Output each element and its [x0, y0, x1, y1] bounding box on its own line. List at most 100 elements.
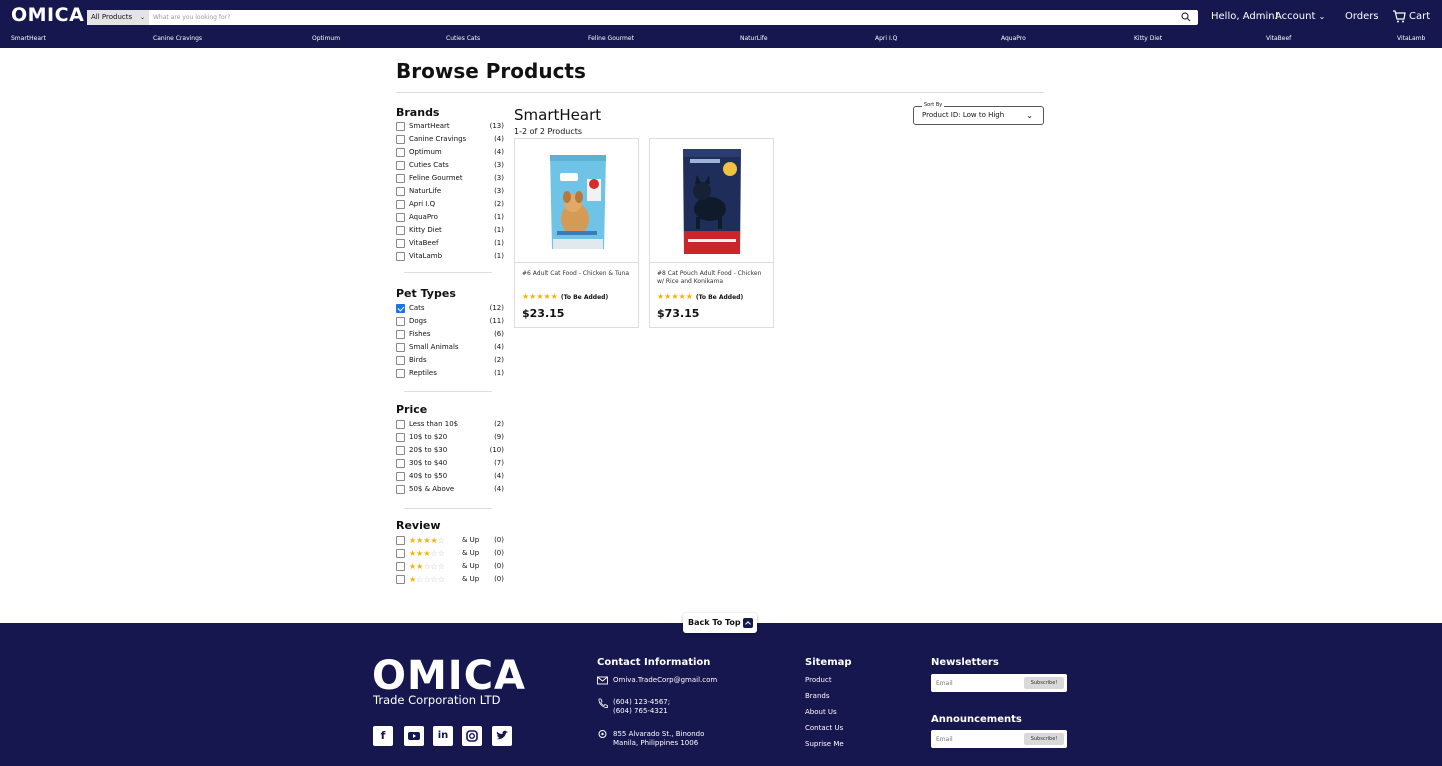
filter-option[interactable]: Feline Gourmet (3)	[396, 173, 504, 184]
checkbox[interactable]	[396, 549, 405, 558]
sort-select[interactable]: Sort By Product ID: Low to High ⌄	[913, 102, 1044, 125]
checkbox[interactable]	[396, 317, 405, 326]
filter-option[interactable]: Kitty Diet (1)	[396, 225, 504, 236]
filter-option[interactable]: SmartHeart (13)	[396, 121, 504, 132]
checkbox[interactable]	[396, 485, 405, 494]
review-filter-option[interactable]: ★★☆☆☆ & Up (0)	[396, 561, 504, 572]
checkbox[interactable]	[396, 562, 405, 571]
checkbox[interactable]	[396, 135, 405, 144]
filter-option[interactable]: Cuties Cats (3)	[396, 160, 504, 171]
checkbox[interactable]	[396, 433, 405, 442]
checkbox[interactable]	[396, 200, 405, 209]
filter-option[interactable]: Dogs (11)	[396, 316, 504, 327]
account-menu[interactable]: Account ⌄	[1275, 11, 1325, 22]
checkbox[interactable]	[396, 122, 405, 131]
filter-option-label: Birds	[409, 356, 427, 364]
checkbox[interactable]	[396, 536, 405, 545]
product-image[interactable]	[515, 139, 638, 263]
filter-option[interactable]: Cats (12)	[396, 303, 504, 314]
product-card[interactable]: #6 Adult Cat Food - Chicken & Tuna ★★★★★…	[514, 138, 639, 328]
checkbox[interactable]	[396, 187, 405, 196]
filter-option[interactable]: Small Animals (4)	[396, 342, 504, 353]
category-select[interactable]: All Products ⌄	[87, 10, 149, 25]
checkbox[interactable]	[396, 330, 405, 339]
filter-option[interactable]: Reptiles (1)	[396, 368, 504, 379]
back-to-top-button[interactable]: Back To Top	[683, 613, 757, 633]
filter-option[interactable]: Apri I.Q (2)	[396, 199, 504, 210]
sitemap-link-brands[interactable]: Brands	[805, 692, 830, 701]
checkbox[interactable]	[396, 472, 405, 481]
filter-option[interactable]: AquaPro (1)	[396, 212, 504, 223]
checkbox[interactable]	[396, 239, 405, 248]
search-icon[interactable]	[1180, 11, 1192, 23]
brand-nav-item[interactable]: Apri I.Q	[875, 35, 897, 42]
instagram-icon[interactable]	[462, 726, 482, 746]
brand-nav-item[interactable]: Feline Gourmet	[588, 35, 634, 42]
checkbox[interactable]	[396, 226, 405, 235]
filter-option[interactable]: 40$ to $50 (4)	[396, 471, 504, 482]
filter-option[interactable]: 10$ to $20 (9)	[396, 432, 504, 443]
filter-option[interactable]: VitaLamb (1)	[396, 251, 504, 262]
cart-link[interactable]: Cart	[1392, 10, 1430, 23]
filter-option[interactable]: Optimum (4)	[396, 147, 504, 158]
review-filter-option[interactable]: ★★★★☆ & Up (0)	[396, 535, 504, 546]
checkbox[interactable]	[396, 161, 405, 170]
product-name[interactable]: #8 Cat Pouch Adult Food - Chicken w/ Ric…	[657, 270, 767, 286]
announcement-email-input[interactable]	[936, 733, 1016, 745]
filter-option[interactable]: 20$ to $30 (10)	[396, 445, 504, 456]
checkbox[interactable]	[396, 369, 405, 378]
site-logo[interactable]: OMICA	[11, 4, 84, 26]
review-filter-option[interactable]: ★★★☆☆ & Up (0)	[396, 548, 504, 559]
checkbox[interactable]	[396, 420, 405, 429]
and-up-label: & Up	[462, 562, 480, 570]
price-filter-title: Price	[396, 403, 428, 416]
newsletter-subscribe-button[interactable]: Subscribe!	[1024, 677, 1064, 689]
brand-nav-item[interactable]: SmartHeart	[11, 35, 46, 42]
brand-nav-item[interactable]: AquaPro	[1001, 35, 1026, 42]
orders-link[interactable]: Orders	[1345, 11, 1379, 22]
announcement-subscribe-button[interactable]: Subscribe!	[1024, 733, 1064, 745]
checkbox[interactable]	[396, 148, 405, 157]
filter-option[interactable]: Less than 10$ (2)	[396, 419, 504, 430]
checkbox[interactable]	[396, 356, 405, 365]
newsletter-email-input[interactable]	[936, 677, 1016, 689]
checkbox[interactable]	[396, 446, 405, 455]
checkbox[interactable]	[396, 575, 405, 584]
brand-nav-item[interactable]: NaturLife	[740, 35, 768, 42]
checkbox[interactable]	[396, 252, 405, 261]
brand-nav-item[interactable]: Kitty Diet	[1134, 35, 1162, 42]
sitemap-link-product[interactable]: Product	[805, 676, 832, 685]
filter-option[interactable]: 30$ to $40 (7)	[396, 458, 504, 469]
contact-email[interactable]: Omiva.TradeCorp@gmail.com	[613, 676, 717, 685]
checkbox[interactable]	[396, 213, 405, 222]
twitter-icon[interactable]	[492, 726, 512, 746]
filter-option[interactable]: Canine Cravings (4)	[396, 134, 504, 145]
checkbox[interactable]	[396, 174, 405, 183]
sitemap-link-surprise[interactable]: Suprise Me	[805, 740, 844, 749]
sitemap-link-contact[interactable]: Contact Us	[805, 724, 843, 733]
brand-nav-item[interactable]: Canine Cravings	[153, 35, 202, 42]
checkbox[interactable]	[396, 304, 405, 313]
search-input[interactable]	[153, 11, 1163, 24]
filter-option[interactable]: VitaBeef (1)	[396, 238, 504, 249]
filter-option[interactable]: Fishes (6)	[396, 329, 504, 340]
youtube-icon[interactable]	[404, 726, 424, 746]
review-filter-option[interactable]: ★☆☆☆☆ & Up (0)	[396, 574, 504, 585]
brand-nav-item[interactable]: VitaBeef	[1266, 35, 1291, 42]
checkbox[interactable]	[396, 343, 405, 352]
filter-option-count: (2)	[494, 420, 504, 428]
checkbox[interactable]	[396, 459, 405, 468]
linkedin-icon[interactable]: in	[433, 726, 453, 746]
product-name[interactable]: #6 Adult Cat Food - Chicken & Tuna	[522, 270, 632, 278]
brand-nav-item[interactable]: Optimum	[312, 35, 340, 42]
product-image[interactable]	[650, 139, 773, 263]
brand-nav-item[interactable]: Cuties Cats	[446, 35, 480, 42]
filter-option[interactable]: 50$ & Above (4)	[396, 484, 504, 495]
filter-option[interactable]: NaturLife (3)	[396, 186, 504, 197]
brand-nav-item[interactable]: VitaLamb	[1397, 35, 1425, 42]
facebook-icon[interactable]: f	[373, 726, 393, 746]
filter-option[interactable]: Birds (2)	[396, 355, 504, 366]
product-card[interactable]: #8 Cat Pouch Adult Food - Chicken w/ Ric…	[649, 138, 774, 328]
sitemap-link-about[interactable]: About Us	[805, 708, 837, 717]
filter-option-label: Optimum	[409, 148, 442, 156]
